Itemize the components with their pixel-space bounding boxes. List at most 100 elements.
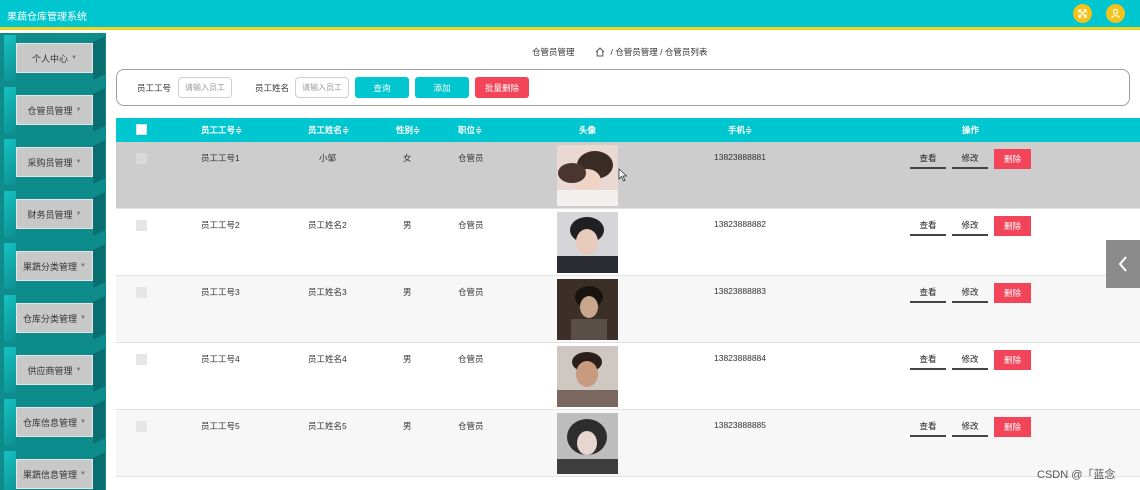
row-checkbox[interactable] — [136, 153, 147, 164]
cell-gender: 女 — [403, 153, 412, 163]
edit-button[interactable]: 修改 — [952, 350, 988, 370]
sidebar-item-label: 财务员管理 — [27, 209, 73, 220]
watermark: CSDN @「蓝念 — [1037, 469, 1116, 481]
header-employee-id[interactable]: 员工工号≑ — [201, 124, 242, 136]
user-icon[interactable] — [1106, 4, 1125, 23]
batch-delete-button[interactable]: 批量删除 — [475, 77, 529, 98]
edit-button[interactable]: 修改 — [952, 417, 988, 437]
cell-gender: 男 — [403, 354, 412, 364]
table-row[interactable]: 员工工号3 员工姓名3 男 仓管员 13823888883 查看 修改 删除 — [116, 276, 1140, 343]
view-button[interactable]: 查看 — [910, 149, 946, 169]
breadcrumb-section: 仓管员管理 — [532, 47, 575, 57]
chevron-down-icon: ▼ — [80, 263, 86, 269]
chevron-down-icon: ▼ — [75, 107, 82, 113]
chevron-down-icon: ▼ — [80, 419, 86, 425]
delete-button[interactable]: 删除 — [994, 417, 1031, 437]
employee-id-input[interactable]: 请输入员工 — [178, 77, 232, 98]
sidebar-item-label: 果蔬信息管理 — [23, 469, 78, 480]
row-checkbox[interactable] — [136, 354, 147, 365]
chevron-down-icon: ▼ — [80, 315, 86, 321]
sidebar-item-label: 仓库信息管理 — [23, 417, 78, 428]
sidebar-item-finance[interactable]: 财务员管理 ▼ — [0, 191, 106, 243]
view-button[interactable]: 查看 — [910, 417, 946, 437]
header-employee-name[interactable]: 员工姓名≑ — [308, 124, 349, 136]
cell-employee-id: 员工工号3 — [201, 287, 240, 297]
sidebar-item-supplier[interactable]: 供应商管理 ▼ — [0, 347, 106, 399]
avatar — [557, 413, 618, 474]
view-button[interactable]: 查看 — [910, 350, 946, 370]
sidebar-item-warehouse-info[interactable]: 仓库信息管理 ▼ — [0, 399, 106, 451]
edit-button[interactable]: 修改 — [952, 216, 988, 236]
sidebar-item-label: 个人中心 — [32, 53, 69, 64]
select-all-checkbox[interactable] — [136, 124, 147, 135]
chevron-down-icon: ▼ — [80, 471, 86, 477]
cell-employee-name: 员工姓名4 — [308, 354, 347, 364]
chevron-left-icon — [1118, 256, 1127, 272]
cell-phone: 13823888884 — [714, 353, 767, 363]
sidebar: 个人中心 ▼ 仓管员管理 ▼ 采购员管理 ▼ 财务员管理 ▼ 果蔬分类管理 ▼ 仓库分类管… — [0, 33, 106, 490]
cell-gender: 男 — [403, 421, 412, 431]
cell-position: 仓管员 — [458, 421, 484, 431]
cell-employee-name: 员工姓名2 — [308, 220, 347, 230]
sidebar-item-purchaser[interactable]: 采购员管理 ▼ — [0, 139, 106, 191]
employee-id-label: 员工工号 — [137, 83, 172, 93]
query-button[interactable]: 查询 — [355, 77, 409, 98]
expand-icon[interactable] — [1073, 4, 1092, 23]
employee-name-input[interactable]: 请输入员工 — [295, 77, 349, 98]
app-title: 果蔬仓库管理系统 — [7, 12, 87, 23]
chevron-down-icon: ▼ — [75, 159, 82, 165]
view-button[interactable]: 查看 — [910, 283, 946, 303]
delete-button[interactable]: 删除 — [994, 149, 1031, 169]
avatar — [557, 346, 618, 407]
cell-employee-name: 小邹 — [319, 153, 337, 163]
cell-position: 仓管员 — [458, 354, 484, 364]
sidebar-item-produce-info[interactable]: 果蔬信息管理 ▼ — [0, 451, 106, 490]
cell-phone: 13823888882 — [714, 219, 767, 229]
view-button[interactable]: 查看 — [910, 216, 946, 236]
sidebar-item-personal-center[interactable]: 个人中心 ▼ — [0, 35, 106, 87]
delete-button[interactable]: 删除 — [994, 216, 1031, 236]
header-gender[interactable]: 性别≑ — [396, 124, 420, 136]
header-position[interactable]: 职位≑ — [458, 124, 482, 136]
delete-button[interactable]: 删除 — [994, 350, 1031, 370]
avatar — [557, 212, 618, 273]
breadcrumb: 仓管员管理 / 仓管员管理 / 仓管员列表 — [532, 46, 707, 58]
cell-gender: 男 — [403, 220, 412, 230]
chevron-down-icon: ▼ — [75, 367, 82, 373]
sidebar-item-produce-category[interactable]: 果蔬分类管理 ▼ — [0, 243, 106, 295]
chevron-down-icon: ▼ — [75, 211, 82, 217]
sidebar-item-warehouse-keeper[interactable]: 仓管员管理 ▼ — [0, 87, 106, 139]
cell-position: 仓管员 — [458, 220, 484, 230]
row-checkbox[interactable] — [136, 421, 147, 432]
delete-button[interactable]: 删除 — [994, 283, 1031, 303]
top-bar: 果蔬仓库管理系统 — [0, 0, 1140, 30]
avatar — [557, 145, 618, 206]
cell-employee-name: 员工姓名3 — [308, 287, 347, 297]
sidebar-item-label: 供应商管理 — [27, 365, 73, 376]
search-form: 员工工号 请输入员工 员工姓名 请输入员工 查询 添加 批量删除 — [116, 69, 1130, 106]
table-row[interactable]: 员工工号2 员工姓名2 男 仓管员 13823888882 查看 修改 删除 — [116, 209, 1140, 276]
sidebar-item-label: 果蔬分类管理 — [23, 261, 78, 272]
cell-employee-id: 员工工号4 — [201, 354, 240, 364]
cell-gender: 男 — [403, 287, 412, 297]
edit-button[interactable]: 修改 — [952, 149, 988, 169]
row-checkbox[interactable] — [136, 287, 147, 298]
sidebar-item-warehouse-category[interactable]: 仓库分类管理 ▼ — [0, 295, 106, 347]
table-row[interactable]: 员工工号4 员工姓名4 男 仓管员 13823888884 查看 修改 删除 — [116, 343, 1140, 410]
cell-phone: 13823888881 — [714, 152, 767, 162]
header-phone[interactable]: 手机≑ — [728, 124, 752, 136]
sidebar-item-label: 采购员管理 — [27, 157, 73, 168]
employee-name-label: 员工姓名 — [255, 83, 290, 93]
collapse-panel-tab[interactable] — [1106, 240, 1140, 288]
edit-button[interactable]: 修改 — [952, 283, 988, 303]
table-header: 员工工号≑ 员工姓名≑ 性别≑ 职位≑ 头像 手机≑ 操作 — [116, 118, 1140, 142]
table-row[interactable]: 员工工号1 小邹 女 仓管员 13823888881 查看 修改 删除 — [116, 142, 1140, 209]
main-content: 仓管员管理 / 仓管员管理 / 仓管员列表 员工工号 请输入员工 员工姓名 请输… — [106, 33, 1140, 490]
table-row[interactable]: 员工工号5 员工姓名5 男 仓管员 13823888885 查看 修改 删除 — [116, 410, 1140, 477]
add-button[interactable]: 添加 — [415, 77, 469, 98]
header-actions: 操作 — [962, 125, 980, 135]
mouse-cursor-icon — [618, 168, 628, 182]
row-checkbox[interactable] — [136, 220, 147, 231]
home-icon[interactable] — [595, 47, 605, 57]
avatar — [557, 279, 618, 340]
